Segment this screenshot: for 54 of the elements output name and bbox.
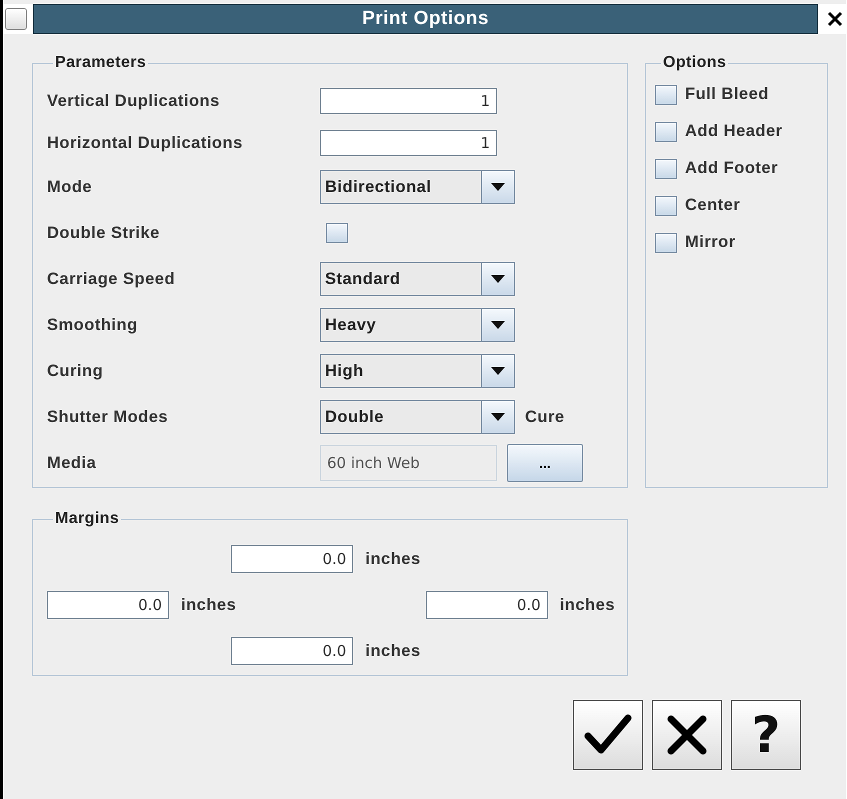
panel-title: Parameters: [54, 54, 148, 72]
dropdown[interactable]: Standard: [320, 262, 515, 296]
checkbox[interactable]: [326, 223, 348, 243]
field-label: Curing: [47, 362, 104, 380]
checkmark-icon: [584, 714, 632, 756]
browse-button[interactable]: ...: [507, 444, 583, 482]
checkbox-label: Add Header: [685, 122, 783, 141]
unit-label: inches: [181, 596, 236, 614]
checkbox[interactable]: [655, 232, 677, 252]
input-field[interactable]: 1: [320, 130, 497, 156]
unit-label: inches: [365, 550, 421, 568]
unit-label: inches: [560, 596, 615, 614]
field-label: Mode: [47, 178, 94, 196]
panel-title: Options: [662, 54, 728, 72]
checkbox-label: Mirror: [685, 233, 736, 252]
dropdown-arrow-icon: [491, 367, 505, 375]
close-icon[interactable]: [827, 11, 843, 27]
input-field[interactable]: 1: [320, 88, 497, 114]
input-field[interactable]: 60 inch Web: [320, 445, 497, 481]
checkbox[interactable]: [655, 158, 677, 178]
dropdown[interactable]: Bidirectional: [320, 170, 515, 204]
checkbox-label: Center: [685, 196, 740, 215]
field-label: Media: [47, 454, 98, 472]
checkbox-label: Full Bleed: [685, 85, 769, 104]
dropdown-arrow-icon: [491, 275, 505, 283]
dropdown-arrow-icon: [491, 413, 505, 421]
dropdown[interactable]: Heavy: [320, 308, 515, 342]
field-suffix: Cure: [525, 408, 565, 426]
margin-field[interactable]: 0.0: [426, 591, 548, 619]
margin-field[interactable]: 0.0: [231, 637, 354, 665]
checkbox[interactable]: [655, 84, 677, 104]
window-menu-icon[interactable]: [5, 8, 27, 30]
help-button[interactable]: ?: [731, 700, 801, 770]
margin-field[interactable]: 0.0: [47, 591, 169, 619]
unit-label: inches: [365, 642, 421, 660]
dropdown[interactable]: High: [320, 354, 515, 388]
dropdown[interactable]: Double: [320, 400, 515, 434]
window-title: Print Options: [33, 4, 818, 34]
dropdown-arrow-icon: [491, 321, 505, 329]
checkbox[interactable]: [655, 122, 677, 142]
checkbox[interactable]: [655, 196, 677, 216]
field-label: Vertical Duplications: [47, 92, 221, 110]
margin-field[interactable]: 0.0: [231, 545, 354, 573]
field-label: Horizontal Duplications: [47, 134, 244, 152]
panel-title: Margins: [54, 510, 120, 528]
field-label: Carriage Speed: [47, 270, 176, 288]
close-icon: [666, 714, 708, 756]
ok-button[interactable]: [573, 700, 643, 770]
field-label: Shutter Modes: [47, 408, 170, 426]
field-label: Smoothing: [47, 316, 139, 334]
dropdown-arrow-icon: [491, 183, 505, 191]
field-label: Double Strike: [47, 224, 161, 242]
cancel-button[interactable]: [652, 700, 722, 770]
checkbox-label: Add Footer: [685, 159, 778, 178]
